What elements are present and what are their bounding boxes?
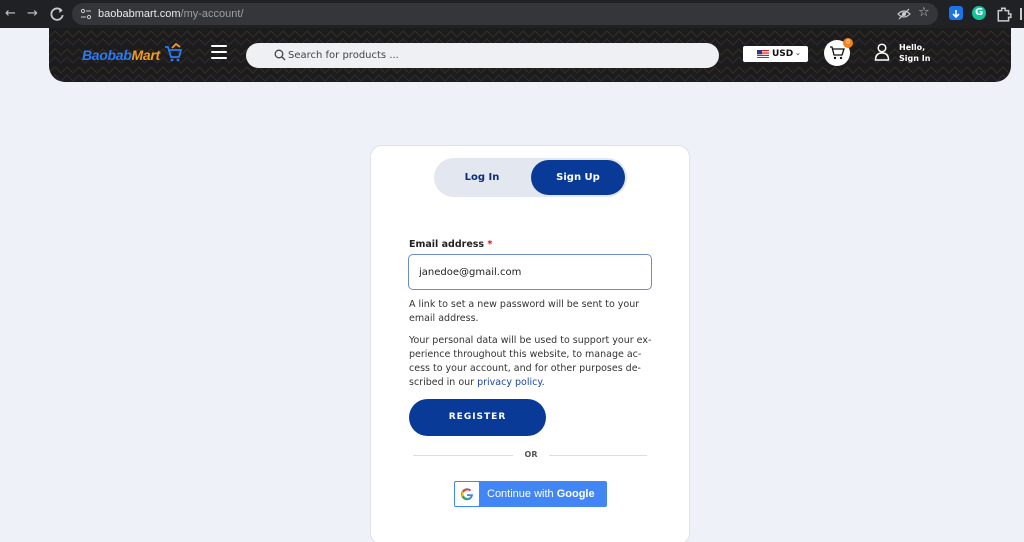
tab-signup[interactable]: Sign Up [531, 160, 625, 195]
grammarly-extension-icon[interactable]: G [972, 6, 986, 20]
menu-hamburger-icon[interactable] [211, 45, 227, 59]
logo-cart-icon [165, 43, 183, 62]
toolbar-divider [1020, 8, 1022, 20]
privacy-note: Your personal data will be used to suppo… [409, 335, 652, 388]
user-icon[interactable] [874, 43, 890, 61]
download-extension-icon[interactable] [949, 6, 963, 20]
greeting-hello: Hello, [899, 43, 926, 52]
google-button-label: Continue with Google [487, 488, 595, 500]
browser-toolbar: ← → baobabmart.com/my-account/ ☆ G [0, 0, 1024, 28]
search-icon [274, 49, 286, 61]
google-signin-button[interactable]: Continue with Google [454, 481, 607, 507]
site-settings-icon[interactable] [80, 8, 92, 20]
reload-icon[interactable] [49, 6, 65, 22]
email-field[interactable] [408, 254, 652, 290]
cart-icon [830, 46, 845, 60]
privacy-policy-link[interactable]: privacy policy [477, 377, 542, 388]
auth-tabs: Log In Sign Up [434, 158, 627, 197]
extensions-puzzle-icon[interactable] [996, 6, 1012, 22]
forward-icon[interactable]: → [27, 6, 38, 22]
greeting-sign-in: Sign In [899, 54, 931, 63]
back-icon[interactable]: ← [5, 6, 16, 22]
register-button[interactable]: REGISTER [409, 399, 546, 436]
chevron-down-icon: ⌄ [795, 49, 801, 57]
google-logo-box [455, 482, 479, 506]
google-g-icon [461, 488, 474, 501]
eye-slash-icon[interactable] [897, 7, 911, 21]
currency-code: USD [772, 49, 794, 59]
cart-count-badge: 0 [843, 38, 853, 48]
us-flag-icon [757, 50, 769, 58]
or-divider-left [413, 455, 513, 456]
search-bar[interactable] [246, 43, 719, 68]
currency-selector[interactable]: USD ⌄ [743, 46, 808, 62]
or-divider-label: OR [521, 450, 541, 459]
password-link-note: A link to set a new password will be sen… [409, 299, 640, 324]
search-input[interactable] [288, 47, 688, 64]
url-text: baobabmart.com/my-account/ [98, 8, 244, 20]
tab-login[interactable]: Log In [434, 160, 530, 195]
or-divider-right [549, 455, 647, 456]
address-bar[interactable]: baobabmart.com/my-account/ ☆ [72, 3, 938, 25]
auth-card: Log In Sign Up Email address * A link to… [370, 145, 690, 542]
bookmark-star-icon[interactable]: ☆ [918, 5, 930, 20]
site-header: BaobabMart USD ⌄ 0 Hello, Sign [49, 28, 1011, 82]
required-asterisk: * [487, 239, 493, 250]
site-logo[interactable]: BaobabMart [82, 47, 160, 63]
account-greeting[interactable]: Hello, Sign In [899, 42, 930, 64]
email-label: Email address * [409, 239, 493, 250]
